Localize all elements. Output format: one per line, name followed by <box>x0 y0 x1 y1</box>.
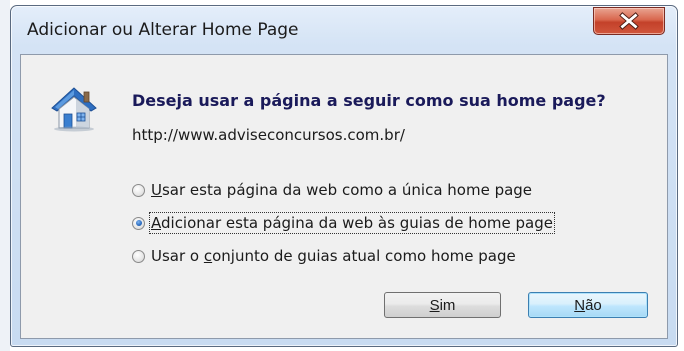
yes-button[interactable]: Sim <box>384 292 501 318</box>
window-title: Adicionar ou Alterar Home Page <box>27 20 299 40</box>
option-current-tab-set[interactable]: Usar o conjunto de guias atual como home… <box>132 245 516 267</box>
close-x-icon <box>619 12 639 30</box>
radio-button[interactable] <box>132 183 145 197</box>
screen: Adicionar ou Alterar Home Page Deseja us… <box>0 0 684 351</box>
no-button[interactable]: Não <box>528 292 648 318</box>
background-window-edge <box>0 0 10 351</box>
option-label: Usar o conjunto de guias atual como home… <box>151 247 516 265</box>
dialog-window: Adicionar ou Alterar Home Page Deseja us… <box>10 5 678 347</box>
option-label: Adicionar esta página da web às guias de… <box>149 212 555 234</box>
home-page-icon <box>51 87 97 132</box>
option-add-home-page-tab[interactable]: Adicionar esta página da web às guias de… <box>132 212 555 234</box>
option-unique-home-page[interactable]: Usar esta página da web como a única hom… <box>132 179 532 201</box>
dialog-content: Deseja usar a página a seguir como sua h… <box>20 54 668 339</box>
dialog-question: Deseja usar a página a seguir como sua h… <box>132 91 606 110</box>
close-button[interactable] <box>593 7 665 35</box>
title-bar[interactable]: Adicionar ou Alterar Home Page <box>11 6 677 54</box>
radio-button[interactable] <box>132 216 145 230</box>
option-label: Usar esta página da web como a única hom… <box>151 181 533 199</box>
radio-button[interactable] <box>132 249 145 263</box>
page-url: http://www.adviseconcursos.com.br/ <box>132 126 405 144</box>
